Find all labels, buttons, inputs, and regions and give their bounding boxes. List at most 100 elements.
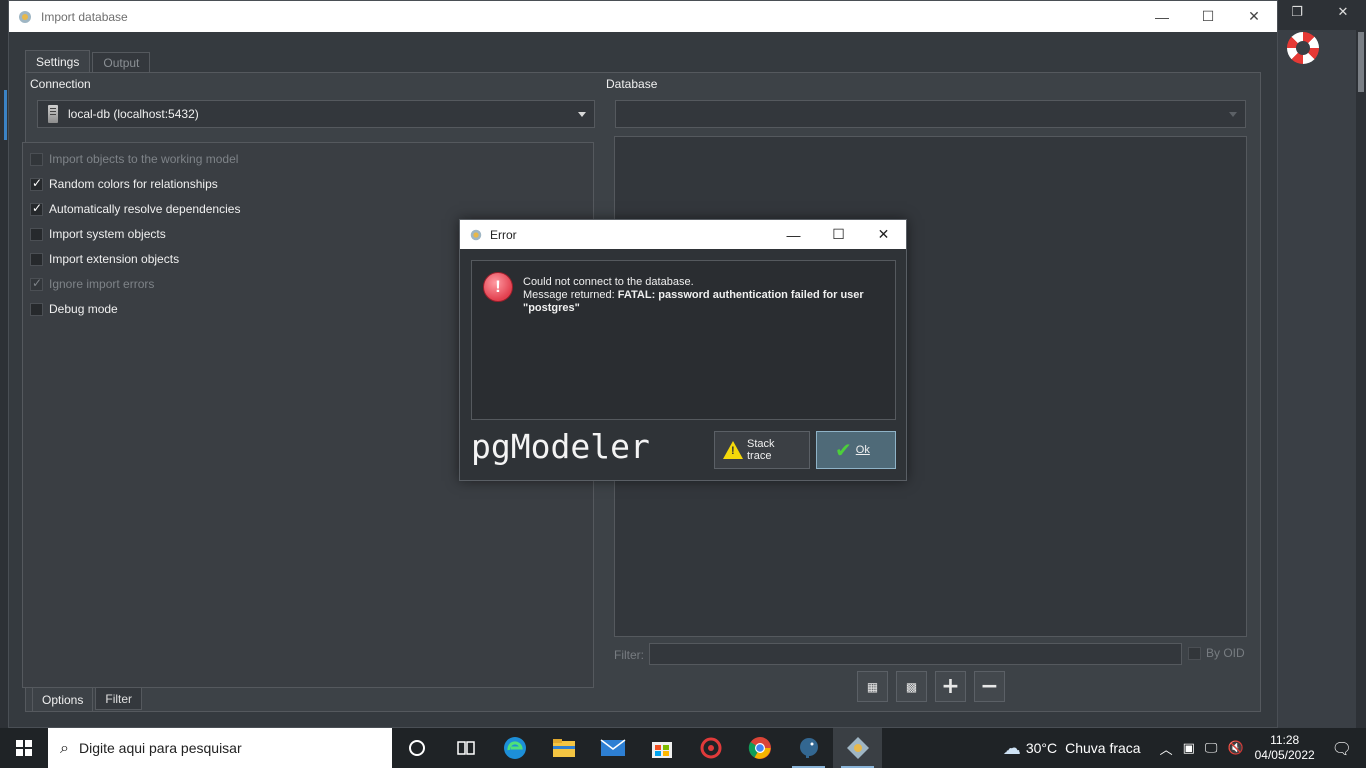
clock-time: 11:28 [1270,733,1300,747]
option-label: Import objects to the working model [49,152,239,166]
chrome-icon [748,737,771,759]
expand-all-button[interactable]: + [935,671,966,702]
option-debug-mode[interactable]: Debug mode [30,302,118,316]
checkbox[interactable] [30,152,43,166]
database-select[interactable] [615,100,1246,128]
server-icon [48,105,58,123]
error-dialog: Error — ☐ ✕ ! Could not connect to the d… [459,219,907,481]
top-tabs: Settings Output [25,50,151,73]
chevron-down-icon [578,112,586,117]
taskbar-edge[interactable] [490,728,539,768]
taskbar-file-explorer[interactable] [539,728,588,768]
stack-trace-label: Stack trace [747,438,775,462]
taskbar-app-red[interactable] [686,728,735,768]
checkbox[interactable] [30,227,43,241]
cortana-button[interactable] [392,728,441,768]
by-oid-checkbox[interactable]: By OID [1188,646,1245,660]
minimize-icon[interactable]: — [771,220,816,249]
background-window-controls: ❐ ✕ [1274,0,1366,24]
tab-output[interactable]: Output [92,52,151,73]
weather-icon[interactable]: ☁ [1003,738,1021,759]
option-ignore-import-errors[interactable]: Ignore import errors [30,276,155,291]
meet-icon[interactable]: ▣ [1183,741,1195,756]
background-left-strip [0,0,8,728]
taskbar-search[interactable]: ⌕ Digite aqui para pesquisar [48,728,392,768]
option-random-colors[interactable]: Random colors for relationships [30,176,218,191]
option-import-to-working-model[interactable]: Import objects to the working model [30,152,238,166]
notifications-icon[interactable]: 🗨 [1332,739,1352,758]
close-icon[interactable]: ✕ [1320,0,1366,24]
clock[interactable]: 11:28 04/05/2022 [1255,733,1315,763]
start-button[interactable] [0,728,48,768]
system-tray: ☁ 30°C Chuva fraca ︿ ▣ 🖵 🔇 11:28 04/05/2… [998,728,1366,768]
taskbar-store[interactable] [637,728,686,768]
close-icon[interactable]: ✕ [861,220,906,249]
dialog-title: Error [490,227,517,242]
checkbox[interactable] [30,302,43,316]
task-view-icon [456,741,475,755]
cortana-icon [408,740,425,756]
select-all-button[interactable]: ▦ [857,671,888,702]
bottom-tabs: Options Filter [32,688,143,712]
clear-selection-button[interactable]: ▩ [896,671,927,702]
connection-select[interactable]: local-db (localhost:5432) [37,100,595,128]
checkbox[interactable] [30,201,43,216]
maximize-icon[interactable]: ☐ [816,220,861,249]
minimize-icon[interactable]: — [1139,1,1185,32]
option-label: Import system objects [49,227,166,241]
checkbox[interactable] [30,176,43,191]
network-icon[interactable]: 🖵 [1205,741,1218,756]
error-message: Could not connect to the database. Messa… [523,276,888,315]
option-import-system-objects[interactable]: Import system objects [30,227,166,241]
dialog-titlebar: Error — ☐ ✕ [460,220,906,249]
volume-muted-icon[interactable]: 🔇 [1227,741,1243,756]
by-oid-label: By OID [1206,646,1245,660]
mail-icon [600,739,625,756]
store-icon [651,742,672,758]
select-objects-icon: ▦ [866,679,879,694]
filter-label: Filter: [614,648,644,662]
dialog-controls: — ☐ ✕ [771,220,906,249]
minus-icon: − [980,674,999,699]
weather-desc[interactable]: Chuva fraca [1065,740,1140,756]
clock-date: 04/05/2022 [1254,748,1315,762]
taskbar-mail[interactable] [588,728,637,768]
lifebuoy-icon[interactable] [1287,32,1319,64]
weather-temp[interactable]: 30°C [1026,740,1057,756]
search-icon: ⌕ [60,738,69,757]
option-resolve-dependencies[interactable]: Automatically resolve dependencies [30,201,240,216]
tab-settings[interactable]: Settings [25,50,91,73]
background-sidebar [1278,30,1356,728]
close-icon[interactable]: ✕ [1231,1,1277,32]
checkbox[interactable] [30,276,43,291]
connection-value: local-db (localhost:5432) [68,107,199,121]
pgmodeler-icon [846,737,869,759]
ok-button[interactable]: ✔ Ok [816,431,896,469]
restore-icon[interactable]: ❐ [1274,0,1320,24]
connection-label: Connection [30,77,91,91]
stack-trace-button[interactable]: Stack trace [714,431,810,469]
taskbar-pgadmin[interactable] [784,728,833,768]
taskbar-chrome[interactable] [735,728,784,768]
tab-options[interactable]: Options [32,688,94,712]
search-placeholder: Digite aqui para pesquisar [78,740,242,756]
collapse-all-button[interactable]: − [974,671,1005,702]
option-label: Ignore import errors [49,277,155,291]
option-label: Import extension objects [49,252,180,266]
postgresql-elephant-icon [799,738,818,758]
task-view-button[interactable] [441,728,490,768]
window-title: Import database [41,9,128,24]
maximize-icon[interactable]: ☐ [1185,1,1231,32]
folder-icon [552,739,575,757]
window-controls: — ☐ ✕ [1139,1,1277,32]
checkbox[interactable] [30,252,43,266]
chevron-up-icon[interactable]: ︿ [1160,739,1173,758]
filter-input[interactable] [649,643,1182,665]
checkbox[interactable] [1188,646,1201,660]
deselect-objects-icon: ▩ [905,679,918,694]
tab-filter[interactable]: Filter [95,688,143,710]
ok-label: Ok [855,444,870,456]
taskbar-pgmodeler[interactable] [833,728,882,768]
background-scrollbar[interactable] [1356,24,1366,728]
option-import-extension-objects[interactable]: Import extension objects [30,252,179,266]
